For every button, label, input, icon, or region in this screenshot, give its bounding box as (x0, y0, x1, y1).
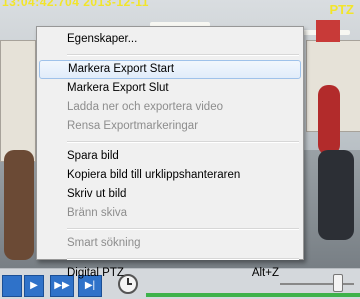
menu-item-burn-disc: Bränn skiva (39, 204, 301, 223)
menu-item-label: Spara bild (67, 150, 119, 162)
menu-item-clear-export-marks: Rensa Exportmarkeringar (39, 117, 301, 136)
menu-separator (67, 258, 299, 260)
menu-item-properties[interactable]: Egenskaper... (39, 30, 301, 49)
menu-separator (67, 141, 299, 143)
speed-slider-thumb[interactable] (333, 274, 343, 292)
red-sign (316, 20, 340, 42)
person (318, 85, 340, 155)
menu-separator (67, 54, 299, 56)
menu-item-copy-image-clipboard[interactable]: Kopiera bild till urklippshanteraren (39, 166, 301, 185)
ptz-indicator: PTZ (329, 2, 354, 17)
person (4, 150, 34, 260)
menu-item-label: Ladda ner och exportera video (67, 101, 223, 113)
menu-item-label: Markera Export Slut (67, 82, 169, 94)
timeline-bar[interactable] (146, 293, 360, 297)
menu-item-label: Egenskaper... (67, 33, 138, 45)
menu-item-label: Digital PTZ (67, 267, 124, 279)
menu-item-label: Bränn skiva (67, 207, 128, 219)
menu-item-download-export-video: Ladda ner och exportera video (39, 98, 301, 117)
menu-item-save-image[interactable]: Spara bild (39, 147, 301, 166)
menu-item-label: Kopiera bild till urklippshanteraren (67, 169, 241, 181)
video-timestamp: 13:04:42.704 2013-12-11 (2, 0, 149, 9)
menu-item-label: Markera Export Start (68, 63, 175, 75)
shelf (0, 40, 36, 162)
menu-item-mark-export-start[interactable]: Markera Export Start (39, 60, 301, 79)
menu-item-label: Rensa Exportmarkeringar (67, 120, 199, 132)
person (318, 150, 354, 240)
step-back-button[interactable] (2, 275, 22, 297)
context-menu: Egenskaper... Markera Export Start Marke… (36, 26, 304, 279)
menu-item-smart-search: Smart sökning (39, 234, 301, 253)
menu-item-mark-export-end[interactable]: Markera Export Slut (39, 79, 301, 98)
menu-item-print-image[interactable]: Skriv ut bild (39, 185, 301, 204)
menu-item-digital-ptz[interactable]: Digital PTZ Alt+Z (39, 264, 301, 283)
menu-item-label: Smart sökning (67, 237, 141, 249)
menu-item-label: Skriv ut bild (67, 188, 127, 200)
menu-separator (67, 228, 299, 230)
menu-item-shortcut: Alt+Z (251, 267, 279, 279)
